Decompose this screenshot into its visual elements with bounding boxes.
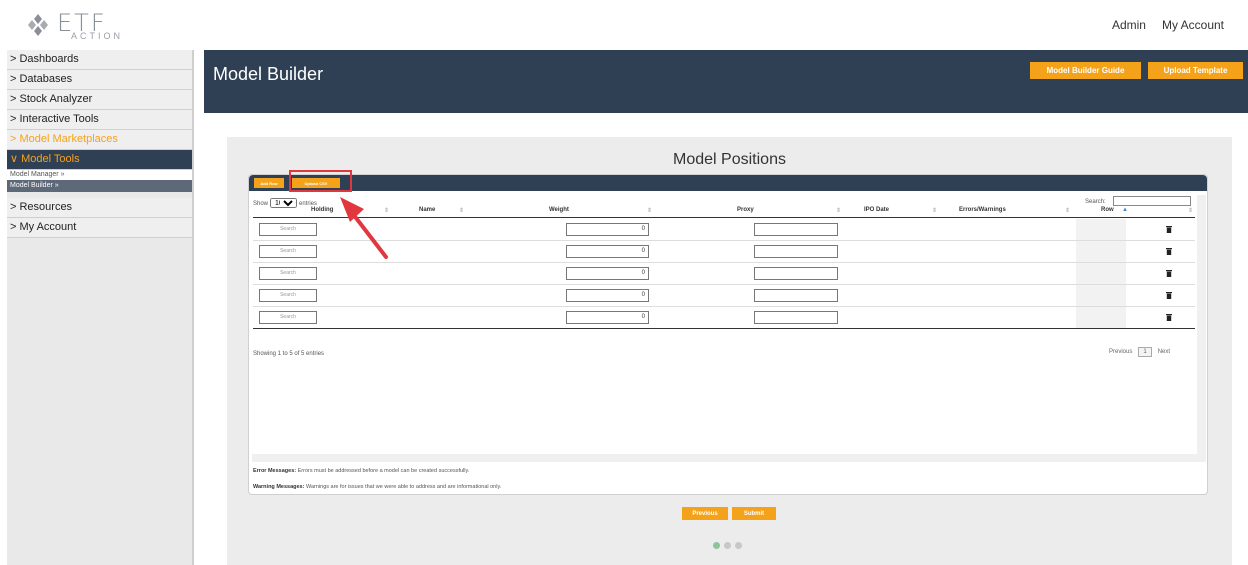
sort-icon: ⇕ (1065, 208, 1071, 214)
sort-icon: ⇕ (1188, 208, 1194, 214)
positions-panel: Add Row Upload CSV Show 10 entries Search:… (248, 170, 1208, 495)
previous-button[interactable]: Previous (682, 507, 728, 520)
col-proxy[interactable]: Proxy (737, 207, 754, 213)
holding-search-input[interactable]: Search (259, 245, 317, 258)
sort-asc-icon: ▲ (1122, 207, 1128, 213)
holding-search-input[interactable]: Search (259, 289, 317, 302)
weight-input[interactable]: 0 (566, 311, 649, 324)
holding-search-input[interactable]: Search (259, 311, 317, 324)
proxy-input[interactable] (754, 267, 838, 280)
sort-icon: ⇕ (459, 208, 465, 214)
step-dot (724, 542, 731, 549)
row-number-cell (1076, 263, 1126, 284)
sidebar-item-my-account[interactable]: > My Account (7, 218, 192, 238)
pager-page-1[interactable]: 1 (1138, 347, 1152, 357)
sidebar-item-model-marketplaces[interactable]: > Model Marketplaces (7, 130, 192, 150)
diamond-logo-icon (28, 14, 48, 36)
table-row: Search 0 (253, 263, 1195, 285)
sidebar-subitem-model-manager[interactable]: Model Manager » (7, 170, 192, 180)
row-number-cell (1076, 285, 1126, 306)
page-title: Model Builder (213, 64, 324, 84)
col-ipo-date[interactable]: IPO Date (864, 207, 889, 213)
trash-icon[interactable] (1166, 314, 1172, 321)
table-row: Search 0 (253, 285, 1195, 307)
table-header: Holding ⇕ Name ⇕ Weight ⇕ Proxy ⇕ IPO Date ⇕ … (253, 204, 1195, 218)
proxy-input[interactable] (754, 289, 838, 302)
top-links: Admin My Account (1112, 18, 1224, 32)
sidebar-item-interactive-tools[interactable]: > Interactive Tools (7, 110, 192, 130)
top-bar: ETF ACTION Admin My Account (0, 0, 1248, 50)
weight-input[interactable]: 0 (566, 289, 649, 302)
sidebar-item-resources[interactable]: > Resources (7, 198, 192, 218)
trash-icon[interactable] (1166, 270, 1172, 277)
upload-template-button[interactable]: Upload Template (1148, 62, 1243, 79)
upload-csv-highlight (289, 170, 352, 192)
model-builder-guide-button[interactable]: Model Builder Guide (1030, 62, 1141, 79)
weight-input[interactable]: 0 (566, 223, 649, 236)
sidebar-item-stock-analyzer[interactable]: > Stock Analyzer (7, 90, 192, 110)
add-row-button[interactable]: Add Row (254, 178, 284, 188)
col-name[interactable]: Name (419, 207, 435, 213)
etf-action-logo[interactable]: ETF ACTION (27, 9, 127, 43)
horizontal-scrollbar[interactable] (252, 454, 1197, 462)
main-content: Model Positions Add Row Upload CSV Show 1… (204, 113, 1248, 565)
table-row: Search 0 (253, 219, 1195, 241)
logo-tagline: ACTION (71, 31, 124, 41)
col-holding[interactable]: Holding (311, 207, 333, 213)
warning-text: Warnings are for issues that we were abl… (305, 484, 502, 490)
table-row: Search 0 (253, 241, 1195, 263)
pager-next[interactable]: Next (1158, 349, 1170, 355)
proxy-input[interactable] (754, 245, 838, 258)
sort-icon: ⇕ (932, 208, 938, 214)
card-title: Model Positions (673, 151, 786, 168)
my-account-link[interactable]: My Account (1162, 18, 1224, 32)
trash-icon[interactable] (1166, 226, 1172, 233)
table-row: Search 0 (253, 307, 1195, 329)
vertical-scrollbar[interactable] (1197, 195, 1206, 462)
trash-icon[interactable] (1166, 292, 1172, 299)
row-number-cell (1076, 307, 1126, 328)
table-pagination: Previous 1 Next (1109, 347, 1170, 357)
weight-input[interactable]: 0 (566, 245, 649, 258)
panel-toolbar: Add Row Upload CSV (249, 170, 1207, 192)
warning-label: Warning Messages: (253, 484, 305, 490)
trash-icon[interactable] (1166, 248, 1172, 255)
submit-button[interactable]: Submit (732, 507, 776, 520)
error-text: Errors must be addressed before a model … (297, 468, 470, 474)
weight-input[interactable]: 0 (566, 267, 649, 280)
step-dot (735, 542, 742, 549)
holding-search-input[interactable]: Search (259, 223, 317, 236)
pager-previous[interactable]: Previous (1109, 349, 1132, 355)
row-number-cell (1076, 241, 1126, 262)
sort-icon: ⇕ (384, 208, 390, 214)
page-header: Model Builder Model Builder Guide Upload… (204, 50, 1248, 113)
sidebar-subitem-model-builder[interactable]: Model Builder » (7, 180, 192, 192)
proxy-input[interactable] (754, 223, 838, 236)
error-messages: Error Messages: Errors must be addressed… (253, 468, 469, 474)
error-label: Error Messages: (253, 468, 297, 474)
sort-icon: ⇕ (647, 208, 653, 214)
table-info: Showing 1 to 5 of 5 entries (253, 351, 325, 357)
proxy-input[interactable] (754, 311, 838, 324)
col-row[interactable]: Row (1101, 207, 1114, 213)
row-number-cell (1076, 219, 1126, 240)
sidebar-item-databases[interactable]: > Databases (7, 70, 192, 90)
sidebar-item-model-tools[interactable]: ∨ Model Tools (7, 150, 192, 170)
holding-search-input[interactable]: Search (259, 267, 317, 280)
admin-link[interactable]: Admin (1112, 18, 1146, 32)
sidebar-item-dashboards[interactable]: > Dashboards (7, 50, 192, 70)
step-indicator (713, 542, 742, 549)
col-errors-warnings[interactable]: Errors/Warnings (959, 207, 1006, 213)
sidebar: > Dashboards > Databases > Stock Analyze… (7, 50, 194, 565)
step-dot-active (713, 542, 720, 549)
sort-icon: ⇕ (836, 208, 842, 214)
model-positions-card: Model Positions Add Row Upload CSV Show 1… (227, 137, 1232, 565)
col-weight[interactable]: Weight (549, 207, 569, 213)
warning-messages: Warning Messages: Warnings are for issue… (253, 484, 501, 490)
